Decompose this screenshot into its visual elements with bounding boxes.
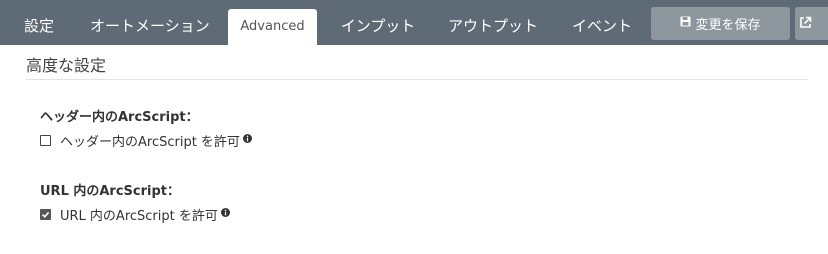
url-arcscript-checkbox[interactable] xyxy=(40,209,51,220)
page-title: 高度な設定 xyxy=(26,56,107,75)
external-link-button[interactable] xyxy=(795,7,828,40)
tab-automation[interactable]: オートメーション xyxy=(90,0,210,45)
checkmark-icon xyxy=(41,211,50,218)
save-button-label: 変更を保存 xyxy=(695,18,761,33)
header-arcscript-checkbox-label[interactable]: ヘッダー内のArcScript を許可 xyxy=(60,131,240,150)
tab-settings[interactable]: 設定 xyxy=(14,0,64,45)
save-button[interactable]: 変更を保存 xyxy=(651,7,790,40)
section-divider xyxy=(26,79,808,80)
tab-bar: 設定 オートメーション Advanced インプット アウトプット イベント 変… xyxy=(0,0,828,45)
url-arcscript-row: URL 内のArcScript を許可 xyxy=(40,205,230,224)
tab-output[interactable]: アウトプット xyxy=(445,0,541,45)
url-arcscript-checkbox-label[interactable]: URL 内のArcScript を許可 xyxy=(60,205,218,224)
info-icon xyxy=(242,132,252,143)
header-arcscript-row: ヘッダー内のArcScript を許可 xyxy=(40,131,252,150)
tab-events[interactable]: イベント xyxy=(567,0,637,45)
info-icon xyxy=(220,206,230,217)
header-arcscript-label: ヘッダー内のArcScript： xyxy=(40,110,199,125)
tab-advanced[interactable]: Advanced xyxy=(228,9,317,45)
url-arcscript-label: URL 内のArcScript： xyxy=(40,184,181,199)
tab-input[interactable]: インプット xyxy=(337,0,419,45)
external-link-icon xyxy=(799,14,812,33)
header-arcscript-checkbox[interactable] xyxy=(40,135,51,146)
floppy-disk-icon xyxy=(680,16,691,31)
